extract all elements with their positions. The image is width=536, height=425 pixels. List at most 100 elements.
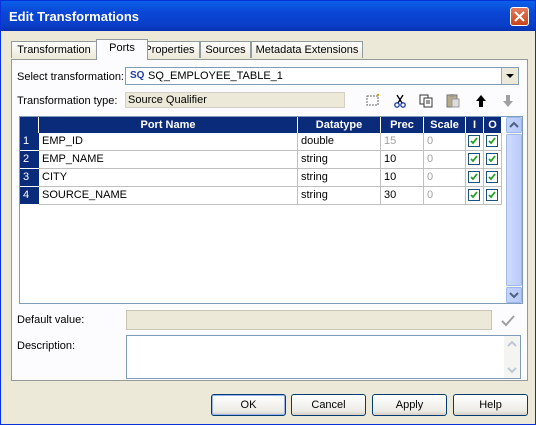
scale-header[interactable]: Scale <box>424 117 466 133</box>
port-name-cell[interactable]: EMP_ID <box>39 133 298 151</box>
checkmark-icon <box>470 137 478 145</box>
move-up-icon <box>476 95 486 107</box>
checkmark-icon <box>488 173 496 181</box>
output-cell <box>484 169 502 187</box>
select-transformation-dropdown[interactable]: SQ SQ_EMPLOYEE_TABLE_1 <box>125 67 519 85</box>
row-number[interactable]: 3 <box>20 169 39 187</box>
default-value-field[interactable] <box>126 310 492 330</box>
input-checkbox[interactable] <box>468 153 480 165</box>
input-header[interactable]: I <box>466 117 484 133</box>
cut-icon <box>394 94 406 108</box>
input-cell <box>466 133 484 151</box>
output-checkbox[interactable] <box>486 153 498 165</box>
scale-cell[interactable]: 0 <box>424 151 466 169</box>
new-port-icon <box>366 93 380 106</box>
checkmark-icon <box>488 191 496 199</box>
scale-cell[interactable]: 0 <box>424 133 466 151</box>
datatype-cell[interactable]: string <box>298 187 381 205</box>
prec-header[interactable]: Prec <box>381 117 424 133</box>
input-checkbox[interactable] <box>468 189 480 201</box>
move-down-button[interactable] <box>498 92 518 110</box>
port-name-cell[interactable]: EMP_NAME <box>39 151 298 169</box>
port-name-cell[interactable]: SOURCE_NAME <box>39 187 298 205</box>
row-number[interactable]: 1 <box>20 133 39 151</box>
validate-button[interactable] <box>499 312 517 330</box>
chevron-up-icon <box>509 121 519 128</box>
checkmark-icon <box>470 155 478 163</box>
selected-transformation: SQ_EMPLOYEE_TABLE_1 <box>148 70 283 82</box>
move-down-icon <box>503 95 513 107</box>
row-number[interactable]: 2 <box>20 151 39 169</box>
checkmark-icon <box>501 315 515 327</box>
source-qualifier-icon: SQ <box>130 70 145 81</box>
new-port-button[interactable] <box>363 92 383 110</box>
close-icon <box>514 11 525 22</box>
copy-icon <box>419 94 433 108</box>
checkmark-icon <box>470 191 478 199</box>
prec-cell[interactable]: 10 <box>381 151 424 169</box>
row-number-header <box>20 117 39 133</box>
paste-button[interactable] <box>443 92 463 110</box>
default-value-label: Default value: <box>17 314 85 326</box>
input-cell <box>466 187 484 205</box>
cut-button[interactable] <box>390 92 410 110</box>
help-button[interactable]: Help <box>453 394 528 416</box>
output-cell <box>484 151 502 169</box>
copy-button[interactable] <box>416 92 436 110</box>
select-transformation-label: Select transformation: <box>17 71 124 83</box>
dropdown-button[interactable] <box>501 68 518 84</box>
scroll-thumb[interactable] <box>506 134 522 286</box>
output-checkbox[interactable] <box>486 189 498 201</box>
checkmark-icon <box>488 155 496 163</box>
tab-ports[interactable]: Ports <box>96 39 148 60</box>
tab-transformation[interactable]: Transformation <box>11 41 97 58</box>
window-title: Edit Transformations <box>9 9 140 24</box>
output-checkbox[interactable] <box>486 135 498 147</box>
chevron-down-icon <box>506 74 514 78</box>
checkmark-icon <box>470 173 478 181</box>
scale-cell[interactable]: 0 <box>424 187 466 205</box>
ok-button[interactable]: OK <box>211 394 286 416</box>
input-checkbox[interactable] <box>468 135 480 147</box>
chevron-down-icon <box>507 367 517 374</box>
tab-sources[interactable]: Sources <box>200 41 251 58</box>
prec-cell[interactable]: 15 <box>381 133 424 151</box>
description-scrollbar[interactable] <box>504 336 520 378</box>
row-number[interactable]: 4 <box>20 187 39 205</box>
checkmark-icon <box>488 137 496 145</box>
chevron-up-icon <box>507 340 517 347</box>
datatype-cell[interactable]: string <box>298 169 381 187</box>
prec-cell[interactable]: 10 <box>381 169 424 187</box>
scroll-down-button[interactable] <box>506 287 522 303</box>
input-checkbox[interactable] <box>468 171 480 183</box>
transformation-type-label: Transformation type: <box>17 95 118 107</box>
tab-metadata-extensions[interactable]: Metadata Extensions <box>251 41 363 58</box>
description-field[interactable] <box>126 335 521 379</box>
output-cell <box>484 133 502 151</box>
title-bar[interactable]: Edit Transformations <box>1 1 535 31</box>
transformation-type-value: Source Qualifier <box>125 92 345 108</box>
ports-grid[interactable]: Port Name Datatype Prec Scale I O 1 EMP_… <box>19 116 523 304</box>
close-button[interactable] <box>510 7 529 26</box>
prec-cell[interactable]: 30 <box>381 187 424 205</box>
port-name-header[interactable]: Port Name <box>39 117 298 133</box>
scale-cell[interactable]: 0 <box>424 169 466 187</box>
output-checkbox[interactable] <box>486 171 498 183</box>
description-label: Description: <box>17 340 76 352</box>
cancel-button[interactable]: Cancel <box>291 394 366 416</box>
input-cell <box>466 169 484 187</box>
chevron-down-icon <box>509 292 519 299</box>
datatype-cell[interactable]: double <box>298 133 381 151</box>
output-header[interactable]: O <box>484 117 502 133</box>
port-name-cell[interactable]: CITY <box>39 169 298 187</box>
paste-icon <box>446 94 460 108</box>
edit-transformations-dialog: Edit Transformations Transformation Port… <box>0 0 536 425</box>
output-cell <box>484 187 502 205</box>
datatype-cell[interactable]: string <box>298 151 381 169</box>
scroll-up-button[interactable] <box>506 117 522 133</box>
move-up-button[interactable] <box>471 92 491 110</box>
tab-properties[interactable]: Properties <box>139 41 200 58</box>
ports-grid-scrollbar[interactable] <box>506 117 522 303</box>
apply-button[interactable]: Apply <box>372 394 447 416</box>
datatype-header[interactable]: Datatype <box>298 117 381 133</box>
